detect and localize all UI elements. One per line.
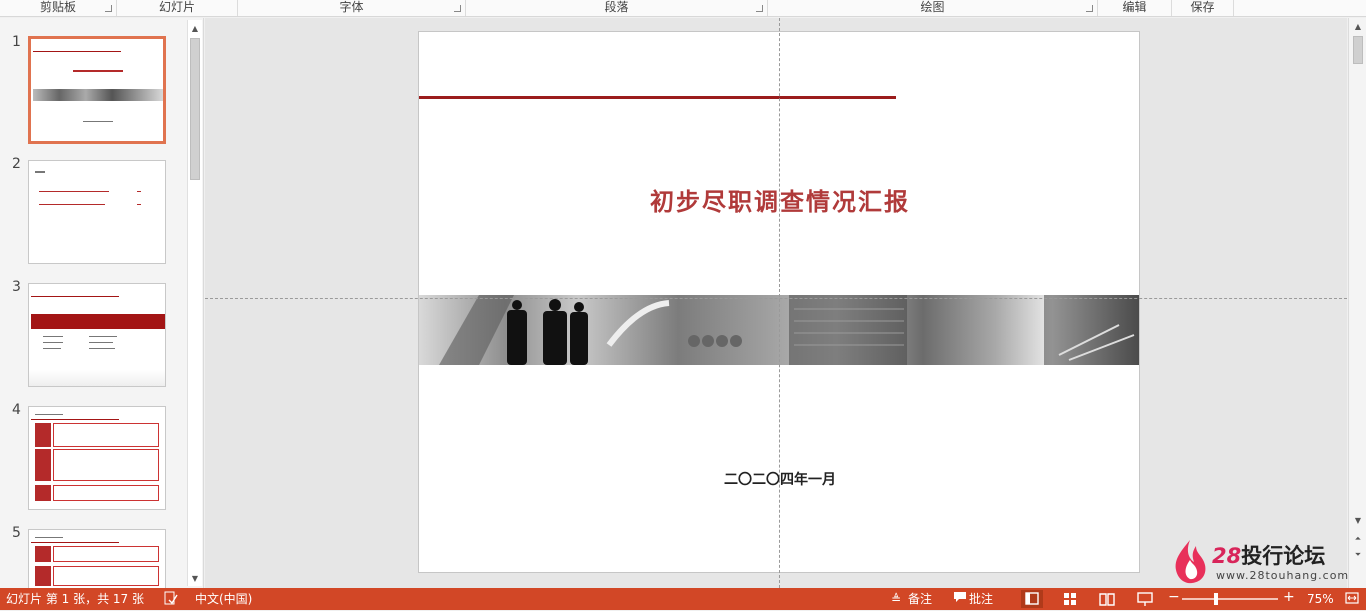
scroll-down-icon[interactable]: ▼ (188, 572, 202, 586)
group-font: 字体 (238, 0, 466, 16)
paragraph-dialog-launcher-icon[interactable] (756, 5, 763, 12)
scroll-thumb[interactable] (1353, 36, 1363, 64)
zoom-in-button[interactable]: + (1283, 589, 1295, 605)
thumbnail-slide-3[interactable] (28, 283, 166, 387)
notes-icon[interactable]: ≜ (891, 591, 901, 607)
title-decorative-line (419, 96, 896, 99)
thumbnail-number: 1 (12, 34, 21, 50)
drawing-dialog-launcher-icon[interactable] (1086, 5, 1093, 12)
watermark-logo: 28投行论坛 www.28touhang.com (1172, 536, 1348, 588)
comments-icon[interactable] (953, 590, 967, 608)
language-status[interactable]: 中文(中国) (195, 591, 252, 607)
slide-date[interactable]: 二〇二〇四年一月 (419, 469, 1141, 489)
group-editing-label: 编辑 (1122, 0, 1147, 14)
slide-sorter-icon (1064, 593, 1076, 605)
normal-view-icon (1025, 592, 1039, 605)
group-paragraph-label: 段落 (604, 0, 629, 14)
thumbnail-slide-2[interactable] (28, 160, 166, 264)
slide-editing-area[interactable]: 初步尽职调查情况汇报 二〇二〇四年一月 (205, 18, 1347, 588)
group-slides-label: 幻灯片 (158, 0, 195, 14)
watermark-url: www.28touhang.com (1216, 569, 1350, 582)
slide-count-status[interactable]: 幻灯片 第 1 张，共 17 张 (6, 591, 144, 607)
scroll-down-icon[interactable]: ▼ (1351, 514, 1365, 528)
group-drawing-label: 绘图 (920, 0, 945, 14)
reading-view-button[interactable] (1096, 590, 1118, 608)
scroll-thumb[interactable] (190, 38, 200, 180)
group-slides: 幻灯片 (117, 0, 238, 16)
zoom-out-button[interactable]: − (1168, 589, 1180, 605)
slideshow-button[interactable] (1134, 590, 1156, 608)
group-drawing: 绘图 (768, 0, 1098, 16)
group-font-label: 字体 (339, 0, 364, 14)
status-bar: 幻灯片 第 1 张，共 17 张 中文(中国) ≜ 备注 批注 − + 75% (0, 588, 1366, 610)
thumbnail-number: 2 (12, 156, 21, 172)
group-save: 保存 (1172, 0, 1234, 16)
group-clipboard: 剪贴板 (0, 0, 117, 16)
group-paragraph: 段落 (466, 0, 768, 16)
normal-view-button[interactable] (1021, 590, 1043, 608)
slide-thumbnail-pane[interactable]: 1 2 3 4 5 ▲ ▼ (0, 18, 204, 589)
group-save-label: 保存 (1190, 0, 1215, 14)
slide-title[interactable]: 初步尽职调查情况汇报 (419, 182, 1141, 217)
fit-to-window-icon[interactable] (1344, 590, 1360, 610)
thumbnail-slide-4[interactable] (28, 406, 166, 510)
group-clipboard-label: 剪贴板 (39, 0, 76, 14)
thumbnail-slide-1[interactable] (28, 36, 166, 144)
next-slide-icon[interactable]: ⏷ (1351, 548, 1365, 562)
group-editing: 编辑 (1098, 0, 1172, 16)
editor-vertical-scrollbar[interactable]: ▲ ▼ ⏶ ⏷ (1348, 18, 1366, 588)
thumbnail-number: 4 (12, 402, 21, 418)
zoom-slider-thumb[interactable] (1214, 593, 1218, 605)
reading-view-icon (1099, 593, 1115, 606)
font-dialog-launcher-icon[interactable] (454, 5, 461, 12)
slide-sorter-button[interactable] (1059, 590, 1081, 608)
notes-button[interactable]: 备注 (908, 591, 932, 607)
previous-slide-icon[interactable]: ⏶ (1351, 532, 1365, 546)
zoom-level[interactable]: 75% (1307, 591, 1334, 607)
comments-button[interactable]: 批注 (969, 591, 993, 607)
watermark-number: 28 (1212, 544, 1242, 568)
horizontal-guide-line[interactable] (205, 298, 1347, 299)
thumbnail-number: 5 (12, 525, 21, 541)
watermark-title: 28投行论坛 (1212, 540, 1325, 570)
zoom-slider-track[interactable] (1182, 598, 1278, 600)
ribbon-group-labels: 剪贴板 幻灯片 字体 段落 绘图 编辑 保存 (0, 0, 1366, 17)
thumbnail-slide-5[interactable] (28, 529, 166, 589)
scroll-up-icon[interactable]: ▲ (188, 22, 202, 36)
thumbnail-scrollbar[interactable]: ▲ ▼ (187, 20, 202, 586)
clipboard-dialog-launcher-icon[interactable] (105, 5, 112, 12)
slideshow-icon (1137, 592, 1153, 606)
spell-check-icon[interactable] (164, 590, 178, 610)
flame-icon (1175, 540, 1206, 584)
thumbnail-number: 3 (12, 279, 21, 295)
watermark-text: 投行论坛 (1241, 544, 1326, 568)
vertical-guide-line[interactable] (779, 18, 780, 588)
scroll-up-icon[interactable]: ▲ (1351, 20, 1365, 34)
